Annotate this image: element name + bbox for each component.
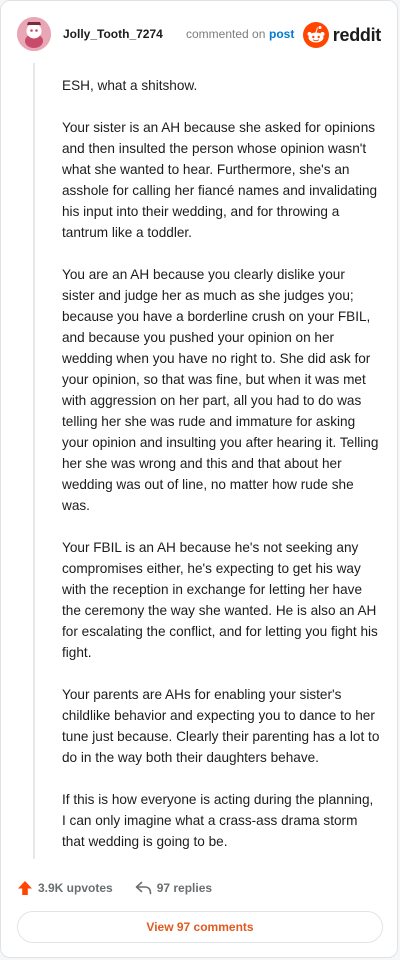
upvote-arrow-icon xyxy=(18,881,32,895)
reply-count: 97 replies xyxy=(156,881,213,895)
comment-paragraph: Your FBIL is an AH because he's not seek… xyxy=(62,540,378,660)
post-link[interactable]: post xyxy=(269,27,294,41)
reddit-wordmark: reddit xyxy=(332,24,382,45)
comment-paragraph: You are an AH because you clearly dislik… xyxy=(62,267,379,513)
thread-line[interactable] xyxy=(33,63,35,859)
comment-body: ESH, what a shitshow. Your sister is an … xyxy=(62,75,380,873)
comment-paragraph: If this is how everyone is acting during… xyxy=(62,792,374,849)
reddit-logo-icon xyxy=(302,22,329,48)
comment-footer: 3.9K upvotes 97 replies xyxy=(17,877,234,899)
snoo-avatar-icon xyxy=(17,17,51,51)
comment-card: Jolly_Tooth_7274 commented on post reddi… xyxy=(0,0,398,958)
replies-button[interactable]: 97 replies xyxy=(135,881,212,895)
username[interactable]: Jolly_Tooth_7274 xyxy=(63,27,163,41)
comment-paragraph: Your parents are AHs for enabling your s… xyxy=(62,687,380,765)
reddit-logo[interactable]: reddit xyxy=(302,21,382,49)
comment-paragraph: ESH, what a shitshow. xyxy=(62,78,198,93)
comment-paragraph: Your sister is an AH because she asked f… xyxy=(62,120,378,240)
commented-on-text: commented on xyxy=(186,27,266,41)
comment-header: Jolly_Tooth_7274 commented on post reddi… xyxy=(17,17,381,53)
upvote-count: 3.9K upvotes xyxy=(38,881,113,895)
upvote-button[interactable]: 3.9K upvotes xyxy=(17,880,113,896)
avatar[interactable] xyxy=(17,17,51,51)
view-comments-button[interactable]: View 97 comments xyxy=(17,911,383,943)
reply-arrow-icon xyxy=(135,881,152,895)
